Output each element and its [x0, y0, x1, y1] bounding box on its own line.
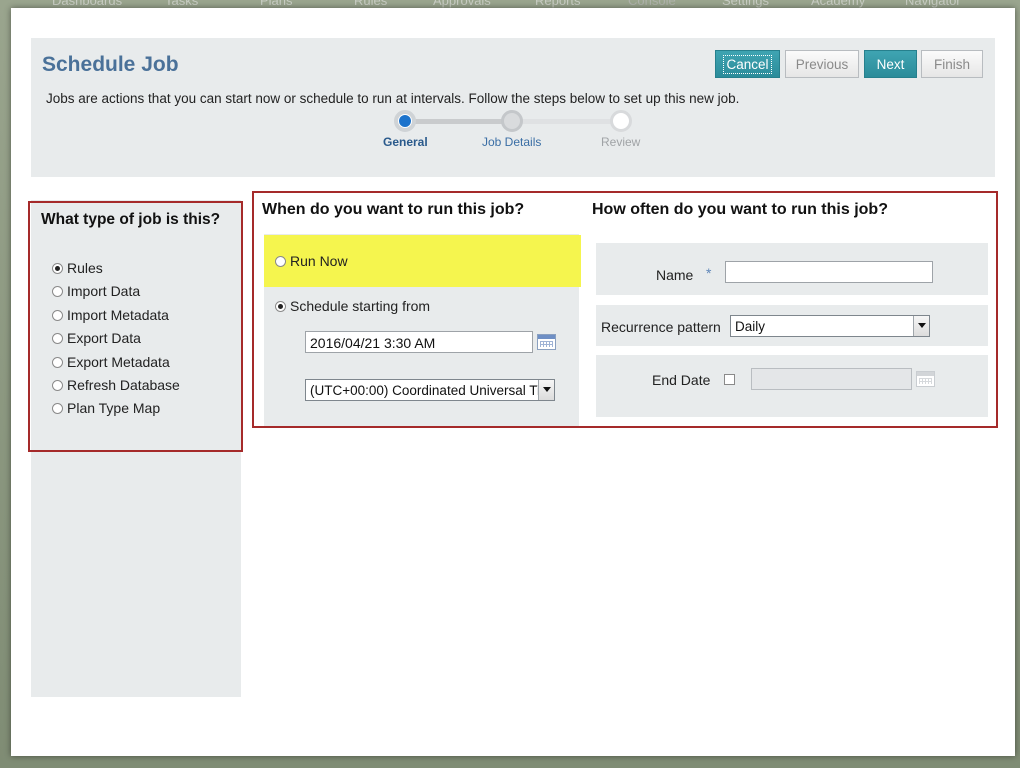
option-label: Export Data: [67, 330, 141, 346]
bg-nav-approvals: Approvals: [433, 0, 491, 8]
bg-nav-settings: Settings: [722, 0, 769, 8]
radio-checked-icon[interactable]: [52, 262, 63, 274]
bg-nav-tasks: Tasks: [165, 0, 199, 8]
recurrence-field-row: Recurrence pattern Daily: [596, 305, 988, 346]
run-now-option[interactable]: Run Now: [275, 253, 348, 269]
calendar-icon[interactable]: [537, 334, 556, 350]
job-type-option-rules[interactable]: Rules: [52, 260, 103, 276]
radio-icon[interactable]: [52, 379, 63, 391]
step-train-progress: [404, 119, 512, 124]
job-type-option-plan-type-map[interactable]: Plan Type Map: [52, 400, 160, 416]
run-now-label: Run Now: [290, 253, 348, 269]
name-input[interactable]: [725, 261, 933, 283]
option-label: Import Metadata: [67, 307, 169, 323]
end-date-label: End Date: [652, 372, 711, 388]
radio-icon[interactable]: [52, 402, 63, 414]
radio-checked-icon[interactable]: [275, 300, 286, 312]
how-often-title: How often do you want to run this job?: [592, 201, 888, 218]
bg-nav-reports: Reports: [535, 0, 581, 8]
timezone-select[interactable]: (UTC+00:00) Coordinated Universal Time: [305, 379, 555, 401]
bg-nav-console: Console: [628, 0, 676, 8]
bg-nav-dashboards: Dashboards: [52, 0, 123, 8]
radio-icon[interactable]: [52, 285, 63, 297]
job-type-title: What type of job is this?: [41, 211, 221, 228]
job-type-option-export-data[interactable]: Export Data: [52, 330, 141, 346]
bg-nav-plans: Plans: [260, 0, 293, 8]
bg-nav-academy: Academy: [811, 0, 866, 8]
dialog-description: Jobs are actions that you can start now …: [46, 91, 740, 106]
next-button[interactable]: Next: [864, 50, 917, 78]
step-job-details-stop[interactable]: [501, 110, 523, 132]
recurrence-pattern-value: Daily: [735, 319, 766, 334]
schedule-starting-label: Schedule starting from: [290, 298, 431, 314]
radio-icon[interactable]: [52, 332, 63, 344]
schedule-section: When do you want to run this job? How of…: [252, 191, 998, 428]
cancel-button[interactable]: Cancel: [715, 50, 780, 78]
finish-button[interactable]: Finish: [921, 50, 983, 78]
radio-icon[interactable]: [275, 255, 286, 267]
job-type-option-export-metadata[interactable]: Export Metadata: [52, 354, 170, 370]
recurrence-pattern-select[interactable]: Daily: [730, 315, 930, 337]
timezone-value: (UTC+00:00) Coordinated Universal Time: [310, 383, 555, 398]
step-review-label: Review: [601, 135, 641, 149]
job-type-option-import-metadata[interactable]: Import Metadata: [52, 307, 169, 323]
option-label: Export Metadata: [67, 354, 170, 370]
name-field-row: Name *: [596, 243, 988, 295]
bg-nav-navigator: Navigator: [905, 0, 961, 8]
calendar-icon: [916, 371, 935, 387]
job-type-option-refresh-database[interactable]: Refresh Database: [52, 377, 180, 393]
step-review-stop: [610, 110, 632, 132]
bg-nav-rules: Rules: [354, 0, 388, 8]
cancel-button-label: Cancel: [723, 54, 772, 74]
chevron-down-icon[interactable]: [913, 316, 929, 336]
step-general-label: General: [383, 135, 428, 149]
when-title: When do you want to run this job?: [262, 201, 525, 218]
job-type-option-import-data[interactable]: Import Data: [52, 283, 140, 299]
job-type-section: What type of job is this? Rules Import D…: [28, 201, 243, 452]
option-label: Rules: [67, 260, 103, 276]
end-date-input: [751, 368, 912, 390]
option-label: Refresh Database: [67, 377, 180, 393]
step-job-details-label[interactable]: Job Details: [482, 135, 541, 149]
option-label: Import Data: [67, 283, 141, 299]
option-label: Plan Type Map: [67, 400, 161, 416]
required-marker: *: [706, 265, 712, 281]
start-datetime-input[interactable]: 2016/04/21 3:30 AM: [305, 331, 533, 353]
end-date-checkbox[interactable]: [724, 374, 735, 385]
radio-icon[interactable]: [52, 356, 63, 368]
recurrence-pattern-label: Recurrence pattern: [601, 319, 721, 335]
chevron-down-icon[interactable]: [538, 380, 554, 400]
step-general-stop: [394, 110, 416, 132]
name-label: Name: [656, 267, 694, 283]
previous-button[interactable]: Previous: [785, 50, 859, 78]
end-date-field-row: End Date: [596, 355, 988, 417]
schedule-job-dialog: Schedule Job Jobs are actions that you c…: [11, 8, 1015, 756]
radio-icon[interactable]: [52, 309, 63, 321]
schedule-starting-option[interactable]: Schedule starting from: [275, 298, 430, 314]
dialog-header: Schedule Job Jobs are actions that you c…: [31, 38, 995, 177]
dialog-title: Schedule Job: [42, 53, 179, 76]
